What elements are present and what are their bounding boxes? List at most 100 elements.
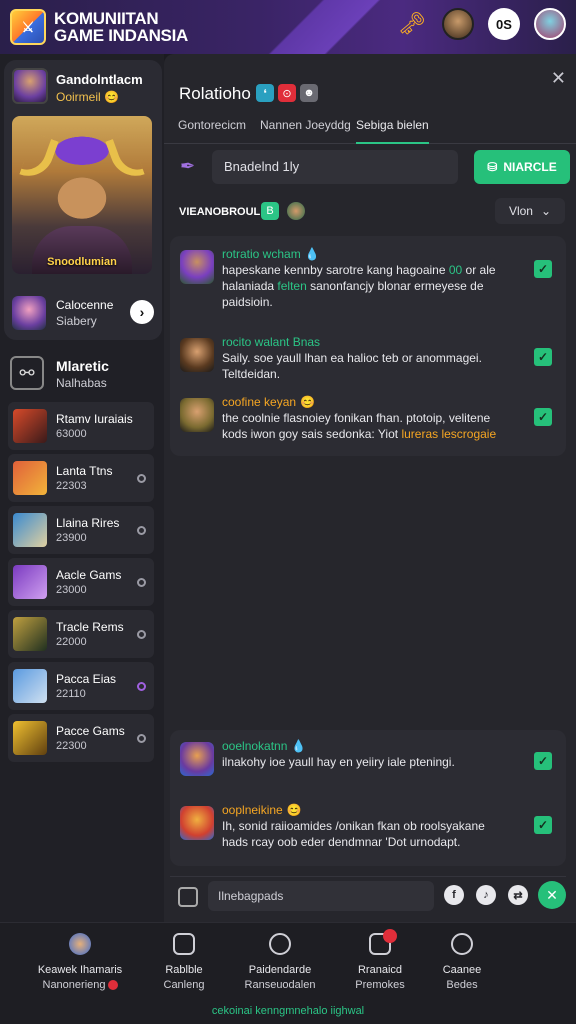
profile-avatar[interactable]: [12, 68, 48, 104]
game-list-item[interactable]: Rtamv Iuraiais 63000: [8, 402, 154, 450]
emoji-icon: 💧: [291, 739, 307, 753]
media-icon[interactable]: [178, 887, 198, 907]
sort-select-value: Vlon: [508, 204, 533, 218]
nav-item-home[interactable]: Keawek Ihamaris Nanonerieng: [32, 933, 128, 993]
app-logo[interactable]: ⚔: [10, 9, 46, 45]
checkbox[interactable]: ✓: [534, 408, 552, 426]
facebook-icon[interactable]: f: [444, 885, 464, 905]
game-member-count: 23900: [56, 532, 87, 544]
room-badges: ❛ ⊙ ☻: [256, 84, 318, 102]
filter-avatar[interactable]: [287, 202, 305, 220]
tab-general[interactable]: Gontorecicm: [178, 118, 246, 142]
hero-artwork[interactable]: Snoodlumian: [12, 116, 152, 274]
emoji-icon: 😊: [286, 803, 302, 817]
game-thumbnail: [13, 461, 47, 495]
brand-title: KOMUNIITAN GAME INDANSIA: [54, 10, 188, 44]
game-name: Rtamv Iuraiais: [56, 412, 133, 426]
link-icon: ⚯: [10, 356, 44, 390]
top-banner: ⚔ KOMUNIITAN GAME INDANSIA 🗝 0S: [0, 0, 576, 54]
game-name: Tracle Rems: [56, 620, 124, 634]
radio-indicator[interactable]: [137, 474, 146, 483]
checkbox[interactable]: ✓: [534, 348, 552, 366]
post-button[interactable]: ⛁ NIARCLE: [474, 150, 570, 184]
game-list-item[interactable]: Tracle Rems 22000: [8, 610, 154, 658]
nav-sublabel: Nanonerieng: [32, 978, 128, 993]
filter-label: VIEANOBROUL: [179, 206, 261, 218]
checkbox[interactable]: ✓: [534, 752, 552, 770]
message-body: rotratio wcham 💧 hapeskane kennby sarotre …: [222, 246, 512, 310]
game-list-item[interactable]: Llaina Rires 23900: [8, 506, 154, 554]
message-avatar[interactable]: [180, 250, 214, 284]
checkbox[interactable]: ✓: [534, 816, 552, 834]
message-icon: [369, 929, 397, 955]
friend-avatar: [12, 296, 46, 330]
message-author[interactable]: coofine keyan: [222, 395, 296, 409]
message-author[interactable]: rocito walant Bnas: [222, 335, 320, 349]
profile-status: Ooirmeil 😊: [56, 90, 119, 104]
game-member-count: 22300: [56, 740, 87, 752]
message-avatar[interactable]: [180, 338, 214, 372]
message-avatar[interactable]: [180, 398, 214, 432]
section-header[interactable]: ⚯ Mlaretic Nalhabas: [8, 354, 158, 394]
message-author[interactable]: ooelnokatnn: [222, 739, 287, 753]
message-avatar[interactable]: [180, 806, 214, 840]
nav-item-battle[interactable]: Rablble Canleng: [136, 933, 232, 993]
reply-input[interactable]: Ilnebagpads: [208, 881, 434, 911]
filter-badge[interactable]: B: [261, 202, 279, 220]
drop-icon[interactable]: ❛: [256, 84, 274, 102]
checkbox[interactable]: ✓: [534, 260, 552, 278]
post-input[interactable]: Bnadelnd 1ly: [212, 150, 458, 184]
nav-label: Rablble: [165, 964, 203, 976]
emoji-icon: 💧: [304, 247, 320, 261]
friend-row[interactable]: Calocenne Siabery ›: [12, 296, 158, 332]
hero-avatar-icon[interactable]: [442, 8, 474, 40]
radio-indicator[interactable]: [137, 734, 146, 743]
hero-horn-right: [105, 132, 145, 184]
game-list-item[interactable]: Pacce Gams 22300: [8, 714, 154, 762]
radio-indicator[interactable]: [137, 526, 146, 535]
tab-members[interactable]: Nannen Joeyddg: [260, 118, 351, 142]
tab-bar: Gontorecicm Nannen Joeyddg Sebiga bielen: [164, 114, 576, 144]
group-icon: ⛁: [487, 160, 498, 174]
hero-horn-left: [19, 132, 59, 184]
sort-select[interactable]: Vlon ⌄: [495, 198, 565, 224]
post-composer: ✒ Bnadelnd 1ly ⛁ NIARCLE: [174, 150, 570, 186]
message-highlight: 00: [448, 263, 463, 277]
chevron-right-icon[interactable]: ›: [130, 300, 154, 324]
game-list-item[interactable]: Lanta Ttns 22303: [8, 454, 154, 502]
message-author[interactable]: ooplneikine: [222, 803, 283, 817]
radio-indicator[interactable]: [137, 578, 146, 587]
message-avatar[interactable]: [180, 742, 214, 776]
message-body: ooelnokatnn 💧 ilnakohy ioe yaull hay en y…: [222, 738, 512, 770]
controller-icon[interactable]: ⊙: [278, 84, 296, 102]
user-avatar[interactable]: [534, 8, 566, 40]
game-thumbnail: [13, 617, 47, 651]
close-icon[interactable]: ✕: [551, 68, 566, 89]
radio-indicator[interactable]: [137, 682, 146, 691]
nav-item-profile[interactable]: Caanee Bedes: [414, 933, 510, 993]
send-icon[interactable]: ✕: [538, 881, 566, 909]
top-actions: 🗝 0S: [396, 8, 566, 40]
avatar-icon[interactable]: ☻: [300, 84, 318, 102]
profile-card: Gandolntlacm Ooirmeil 😊 Snoodlumian Calo…: [4, 60, 162, 340]
nav-sublabel: Canleng: [163, 979, 205, 991]
game-list-item[interactable]: Pacca Eias 22110: [8, 662, 154, 710]
notification-pill[interactable]: 0S: [488, 8, 520, 40]
room-title: Rolatioho: [179, 84, 251, 103]
game-member-count: 22303: [56, 480, 87, 492]
radio-indicator[interactable]: [137, 630, 146, 639]
message-author[interactable]: rotratio wcham: [222, 247, 301, 261]
alert-dot-icon: [107, 980, 118, 991]
nav-item-events[interactable]: Paidendarde Ranseuodalen: [232, 933, 328, 993]
shield-icon: [173, 933, 195, 955]
footer-link[interactable]: cekoinai kenngmnehalo iighwal: [0, 1005, 576, 1017]
game-name: Aacle Gams: [56, 568, 122, 582]
key-icon[interactable]: 🗝: [396, 8, 428, 40]
message-text: ilnakohy ioe yaull hay en yeiiry iale pt…: [222, 755, 455, 769]
game-list-item[interactable]: Aacle Gams 23000: [8, 558, 154, 606]
tiktok-icon[interactable]: ♪: [476, 885, 496, 905]
reply-tools: f ♪ ⇄: [444, 885, 528, 905]
share-icon[interactable]: ⇄: [508, 885, 528, 905]
tab-settings[interactable]: Sebiga bielen: [356, 118, 429, 144]
game-thumbnail: [13, 669, 47, 703]
